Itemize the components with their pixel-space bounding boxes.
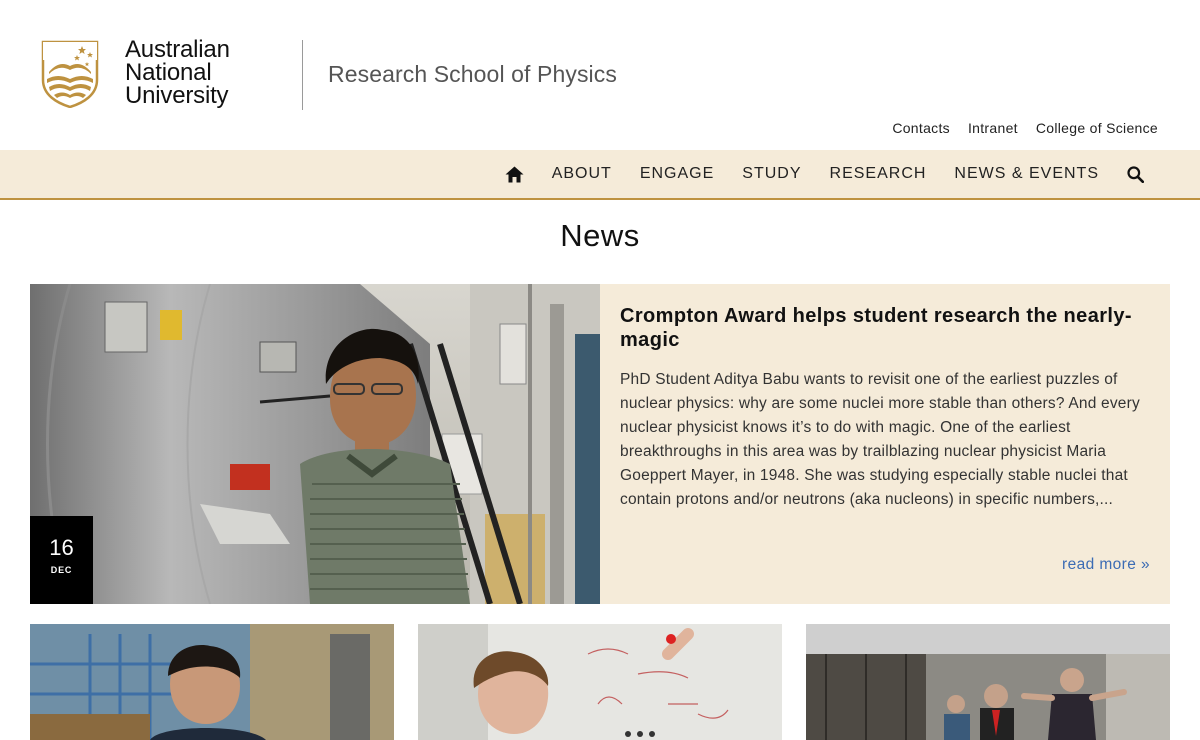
news-card-image[interactable] (806, 624, 1170, 740)
header-divider (302, 40, 303, 110)
search-icon[interactable] (1127, 165, 1144, 183)
nav-item-about[interactable]: ABOUT (552, 165, 612, 183)
featured-summary: PhD Student Aditya Babu wants to revisit… (620, 371, 1140, 508)
university-name-line: Australian (125, 36, 230, 63)
university-name-line: National (125, 59, 212, 86)
date-day: 16 (49, 535, 74, 560)
nav-item-research[interactable]: RESEARCH (830, 165, 927, 183)
page-title: News (560, 218, 640, 253)
featured-news-item[interactable]: 16 DEC Crompton Award helps student rese… (30, 284, 1170, 604)
featured-body: Crompton Award helps student research th… (600, 284, 1170, 604)
site-header: Australian National University Research … (0, 0, 1200, 150)
date-month: DEC (50, 565, 73, 575)
news-card-image[interactable] (30, 624, 394, 740)
nav-item-study[interactable]: STUDY (742, 165, 801, 183)
date-badge: 16 DEC (30, 516, 93, 604)
contacts-link[interactable]: Contacts (892, 120, 950, 136)
college-of-science-link[interactable]: College of Science (1036, 120, 1158, 136)
school-name[interactable]: Research School of Physics (328, 61, 617, 88)
main-nav: ABOUT ENGAGE STUDY RESEARCH NEWS & EVENT… (0, 150, 1200, 200)
featured-image[interactable]: 16 DEC (30, 284, 600, 604)
nav-items: ABOUT ENGAGE STUDY RESEARCH NEWS & EVENT… (505, 150, 1144, 198)
nav-item-news-events[interactable]: NEWS & EVENTS (954, 165, 1099, 183)
nav-item-engage[interactable]: ENGAGE (640, 165, 714, 183)
university-name[interactable]: Australian National University (125, 36, 230, 109)
anu-crest-logo[interactable] (41, 40, 99, 108)
featured-title[interactable]: Crompton Award helps student research th… (620, 304, 1150, 352)
university-name-line: University (125, 82, 229, 109)
home-icon[interactable] (505, 166, 524, 183)
news-card-image[interactable] (418, 624, 782, 740)
utility-links: Contacts Intranet College of Science (892, 120, 1158, 136)
intranet-link[interactable]: Intranet (968, 120, 1018, 136)
read-more-link[interactable]: read more » (1062, 556, 1150, 574)
